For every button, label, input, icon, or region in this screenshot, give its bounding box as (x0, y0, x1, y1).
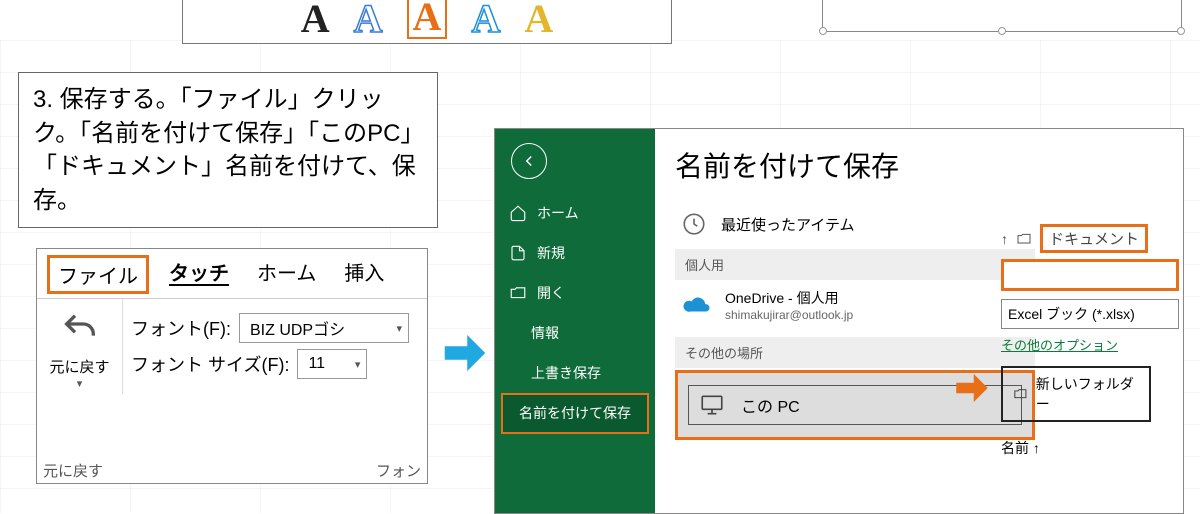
onedrive-title: OneDrive - 個人用 (725, 290, 853, 308)
location-recent-label: 最近使ったアイテム (721, 214, 855, 235)
new-folder-button[interactable]: 新しいフォルダー (1001, 366, 1151, 422)
arrow-right-orange-icon (947, 367, 997, 414)
folder-icon (1016, 231, 1032, 247)
nav-home-label: ホーム (537, 203, 579, 223)
undo-group: 元に戻す ▾ (37, 299, 123, 394)
tab-file[interactable]: ファイル (47, 255, 149, 294)
save-panel: ↑ ドキュメント Excel ブック (*.xlsx) その他のオプション 新し… (1001, 224, 1179, 458)
chevron-down-icon[interactable]: ▾ (77, 377, 83, 390)
breadcrumb-documents-highlighted[interactable]: ドキュメント (1040, 224, 1148, 253)
filename-input-highlighted[interactable] (1001, 259, 1179, 291)
section-personal: 個人用 (675, 249, 1035, 280)
backstage-nav: ホーム 新規 開く 情報 上書き保存 名前を付けて保存 (495, 129, 655, 513)
fontsize-label: フォント サイズ(F): (131, 351, 289, 377)
nav-save[interactable]: 上書き保存 (495, 353, 655, 393)
ribbon-group-label-font: フォン (376, 460, 421, 481)
nav-info-label: 情報 (531, 323, 559, 343)
nav-open-label: 開く (537, 283, 565, 303)
wordart-gallery: A A A A A (182, 0, 672, 44)
nav-save-label: 上書き保存 (531, 363, 601, 383)
resize-handle[interactable] (819, 27, 827, 35)
nav-saveas-label: 名前を付けて保存 (519, 405, 631, 422)
column-header-name[interactable]: 名前 ↑ (1001, 438, 1179, 458)
font-value: BIZ UDPゴシ (250, 316, 390, 340)
resize-handle[interactable] (1177, 27, 1185, 35)
undo-label: 元に戻す (49, 356, 109, 377)
arrow-right-blue-icon (438, 326, 492, 385)
wordart-style-a5[interactable]: A (524, 0, 553, 39)
resize-handle[interactable] (998, 27, 1006, 35)
back-button[interactable] (511, 143, 547, 179)
nav-open[interactable]: 開く (495, 273, 655, 313)
chevron-down-icon: ▾ (396, 322, 402, 335)
new-folder-label: 新しいフォルダー (1036, 374, 1139, 414)
nav-new[interactable]: 新規 (495, 233, 655, 273)
onedrive-email: shimakujirar@outlook.jp (725, 308, 853, 323)
font-combo[interactable]: BIZ UDPゴシ ▾ (239, 313, 409, 343)
filetype-select[interactable]: Excel ブック (*.xlsx) (1001, 299, 1179, 329)
chevron-down-icon: ▾ (355, 358, 361, 371)
location-recent[interactable]: 最近使ったアイテム (675, 203, 1035, 245)
this-pc-label: この PC (741, 393, 800, 417)
fontsize-combo[interactable]: 11 ▾ (297, 349, 367, 379)
backstage-title: 名前を付けて保存 (675, 145, 1183, 185)
instruction-text: 3. 保存する。「ファイル」クリック。「名前を付けて保存」「このPC」「ドキュメ… (18, 72, 438, 228)
nav-saveas-selected[interactable]: 名前を付けて保存 (501, 393, 649, 434)
location-onedrive[interactable]: OneDrive - 個人用 shimakujirar@outlook.jp (675, 280, 1035, 333)
wordart-style-a1[interactable]: A (301, 0, 330, 39)
selected-shape-placeholder[interactable] (822, 0, 1182, 32)
excel-backstage-saveas: ホーム 新規 開く 情報 上書き保存 名前を付けて保存 名前を付けて保存 最近使… (494, 128, 1184, 514)
breadcrumb-path[interactable]: ↑ ドキュメント (1001, 224, 1179, 253)
wordart-style-a2[interactable]: A (354, 0, 383, 39)
section-other: その他の場所 (675, 337, 1035, 368)
up-arrow-icon[interactable]: ↑ (1001, 231, 1008, 247)
font-label: フォント(F): (131, 315, 231, 341)
tab-touch[interactable]: タッチ (161, 255, 237, 294)
other-options-link[interactable]: その他のオプション (1001, 335, 1118, 354)
ribbon-group-label-undo: 元に戻す (43, 460, 103, 481)
wordart-style-a3-selected[interactable]: A (407, 0, 448, 39)
tab-home[interactable]: ホーム (249, 255, 324, 294)
nav-new-label: 新規 (537, 243, 565, 263)
excel-ribbon-snippet: ファイル タッチ ホーム 挿入 元に戻す ▾ フォント(F): BIZ UDPゴ… (36, 248, 428, 484)
nav-home[interactable]: ホーム (495, 193, 655, 233)
undo-icon[interactable] (60, 309, 100, 354)
wordart-style-a4[interactable]: A (471, 0, 500, 39)
folder-icon (1013, 386, 1028, 402)
fontsize-value: 11 (308, 355, 348, 373)
nav-info[interactable]: 情報 (495, 313, 655, 353)
tab-insert[interactable]: 挿入 (336, 255, 392, 294)
